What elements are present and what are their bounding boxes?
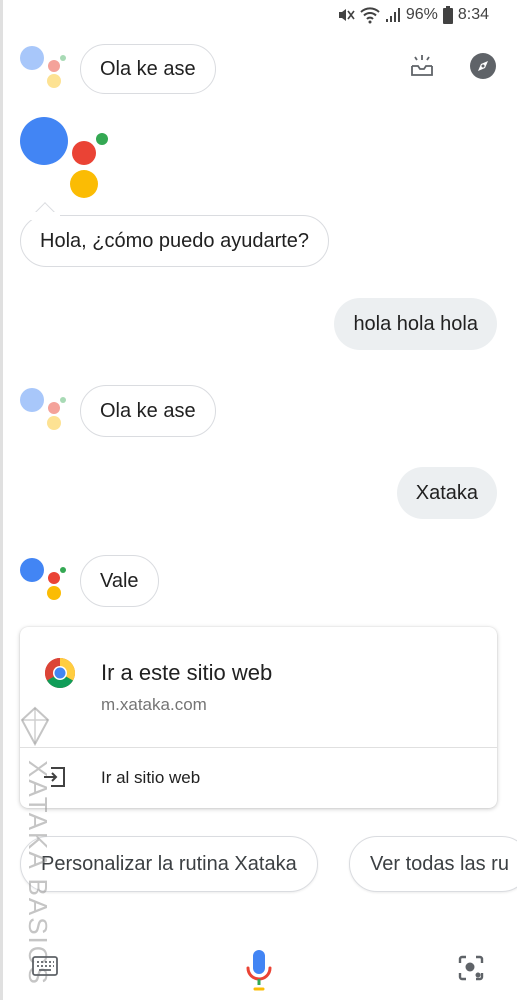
bottom-bar [0, 940, 517, 1000]
user-message: hola hola hola [334, 298, 497, 350]
open-website-button[interactable]: Ir al sitio web [20, 748, 497, 808]
battery-icon [442, 6, 453, 24]
open-website-label: Ir al sitio web [101, 768, 201, 787]
tail-cover [30, 212, 60, 220]
assistant-avatar [20, 46, 68, 94]
top-actions [409, 52, 497, 80]
lens-icon[interactable] [457, 954, 485, 982]
suggestion-chip[interactable]: Personalizar la rutina Xataka [20, 836, 318, 892]
signal-icon [385, 8, 400, 22]
watermark-logo [20, 706, 50, 746]
user-message: Xataka [396, 467, 497, 519]
updates-tray-icon[interactable] [409, 54, 435, 78]
assistant-logo [20, 117, 110, 199]
microphone-icon[interactable] [244, 948, 274, 992]
assistant-message: Vale [80, 555, 159, 607]
mute-icon [338, 9, 355, 21]
battery-percent: 96% [405, 6, 438, 23]
assistant-message: Ola ke ase [80, 44, 216, 94]
chrome-icon [44, 658, 76, 689]
suggestion-chip[interactable]: Ver todas las ru [349, 836, 517, 892]
assistant-avatar [20, 558, 68, 606]
wifi-icon [360, 7, 380, 24]
suggestion-chips: Personalizar la rutina Xataka Ver todas … [0, 820, 517, 910]
assistant-greeting: Hola, ¿cómo puedo ayudarte? [20, 215, 330, 267]
status-bar: 96% 8:34 [0, 0, 517, 34]
card-title: Ir a este sitio web [101, 660, 273, 685]
clock: 8:34 [457, 6, 489, 23]
explore-compass-icon[interactable] [469, 52, 497, 80]
website-card: Ir a este sitio web m.xataka.com Ir al s… [20, 627, 497, 808]
keyboard-icon[interactable] [32, 956, 58, 976]
website-card-header[interactable]: Ir a este sitio web m.xataka.com [20, 627, 497, 747]
assistant-message: Ola ke ase [80, 385, 216, 437]
assistant-avatar [20, 388, 68, 436]
card-url: m.xataka.com [101, 695, 207, 714]
status-icons: 96% 8:34 [337, 6, 489, 24]
